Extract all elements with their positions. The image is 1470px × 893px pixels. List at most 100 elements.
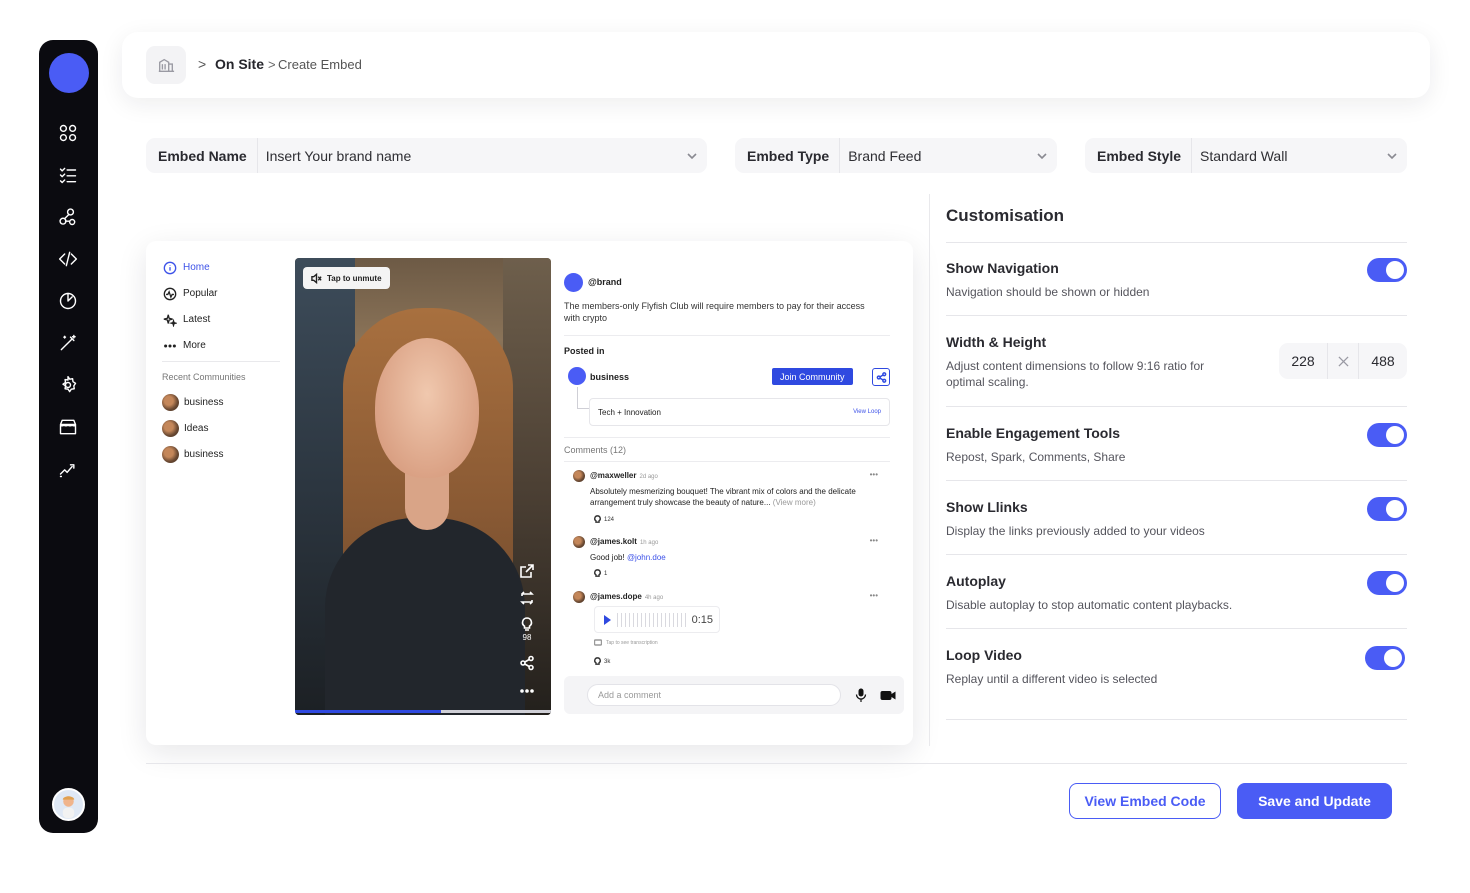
info-circle-icon — [162, 260, 177, 275]
height-input[interactable]: 488 — [1359, 353, 1407, 369]
recent-community-item[interactable]: Ideas — [162, 420, 208, 437]
unmute-button[interactable]: Tap to unmute — [303, 267, 390, 289]
muted-speaker-icon — [311, 272, 322, 284]
comments-title: Comments (12) — [564, 445, 627, 455]
autoplay-toggle[interactable] — [1367, 571, 1407, 595]
chevron-down-icon[interactable] — [677, 150, 707, 162]
more-options-button[interactable] — [517, 683, 537, 699]
post-handle[interactable]: @brand — [588, 277, 622, 287]
community-avatar[interactable] — [568, 367, 586, 385]
engagement-tools-toggle[interactable] — [1367, 423, 1407, 447]
commenter-name[interactable]: @james.dope — [590, 592, 642, 601]
commenter-avatar[interactable] — [573, 470, 585, 482]
show-links-desc: Display the links previously added to yo… — [946, 524, 1205, 538]
embed-style-select[interactable]: Embed Style Standard Wall — [1085, 138, 1407, 173]
dots-icon — [520, 689, 534, 693]
user-avatar[interactable] — [52, 788, 85, 821]
chevron-down-icon[interactable] — [1377, 150, 1407, 162]
loop-tag[interactable]: Tech + Innovation View Loop — [589, 398, 890, 426]
mention-link[interactable]: @john.doe — [627, 553, 666, 562]
divider — [946, 628, 1407, 629]
lightbulb-icon — [594, 569, 601, 577]
transcription-link[interactable]: Tap to see transcription — [594, 639, 658, 647]
nav-label: Latest — [183, 314, 211, 325]
repost-icon — [520, 591, 534, 605]
play-icon[interactable] — [604, 614, 611, 625]
embed-style-value[interactable]: Standard Wall — [1192, 148, 1377, 164]
embed-type-select[interactable]: Embed Type Brand Feed — [735, 138, 1057, 173]
embed-type-value[interactable]: Brand Feed — [840, 148, 1027, 164]
save-and-update-button[interactable]: Save and Update — [1237, 783, 1392, 819]
community-name: Ideas — [184, 423, 209, 434]
comment-input[interactable]: Add a comment — [587, 684, 841, 706]
comment-menu-button[interactable]: ••• — [870, 591, 878, 600]
commenter-avatar[interactable] — [573, 536, 585, 548]
video-progress-bar[interactable] — [295, 710, 551, 713]
view-loop-link[interactable]: View Loop — [853, 409, 881, 415]
divider — [946, 315, 1407, 316]
show-navigation-toggle[interactable] — [1367, 258, 1407, 282]
preview-nav-home[interactable]: Home — [162, 260, 210, 275]
settings-icon[interactable] — [56, 373, 80, 397]
unmute-label: Tap to unmute — [327, 273, 382, 283]
divider — [564, 461, 890, 462]
preview-nav-latest[interactable]: Latest — [162, 312, 210, 327]
video-subject — [375, 338, 479, 478]
home-button[interactable] — [146, 46, 186, 84]
panel-divider — [929, 194, 930, 746]
brand-logo[interactable] — [49, 53, 89, 93]
voice-duration: 0:15 — [691, 613, 713, 626]
divider — [146, 763, 1407, 764]
repost-button[interactable] — [517, 590, 537, 606]
embed-name-field[interactable]: Embed Name Insert Your brand name — [146, 138, 707, 173]
magic-wand-icon[interactable] — [56, 331, 80, 355]
share-community-button[interactable] — [872, 368, 890, 386]
transcript-icon — [594, 639, 602, 646]
spark-count: 98 — [522, 633, 532, 642]
comment-spark[interactable]: 124 — [593, 515, 614, 524]
commenter-name[interactable]: @maxweller — [590, 471, 637, 480]
nav-label: Home — [183, 262, 210, 273]
microphone-icon[interactable] — [855, 688, 867, 702]
checklist-icon[interactable] — [56, 163, 80, 187]
breadcrumb-section[interactable]: On Site — [215, 56, 264, 72]
external-link-icon — [520, 564, 534, 578]
open-external-button[interactable] — [517, 563, 537, 579]
recent-community-item[interactable]: business — [162, 394, 223, 411]
store-icon[interactable] — [56, 415, 80, 439]
trend-icon[interactable] — [56, 457, 80, 481]
loop-tag-name: Tech + Innovation — [598, 408, 661, 417]
share-button[interactable] — [517, 655, 537, 671]
community-avatar — [162, 420, 179, 437]
network-icon[interactable] — [56, 205, 80, 229]
commenter-avatar[interactable] — [573, 591, 585, 603]
preview-nav-popular[interactable]: Popular — [162, 286, 217, 301]
show-links-toggle[interactable] — [1367, 497, 1407, 521]
spark-button[interactable]: 98 — [517, 616, 537, 642]
voice-comment-player[interactable]: 0:15 — [594, 606, 720, 633]
loop-video-toggle[interactable] — [1365, 646, 1405, 670]
recent-community-item[interactable]: business — [162, 446, 223, 463]
comment-time: 4h ago — [644, 595, 664, 601]
video-player[interactable]: Tap to unmute 98 — [295, 258, 551, 715]
dashboard-icon[interactable] — [56, 121, 80, 145]
comment-spark[interactable]: 1 — [593, 569, 607, 578]
chevron-down-icon[interactable] — [1027, 150, 1057, 162]
comment-menu-button[interactable]: ••• — [870, 470, 878, 479]
width-input[interactable]: 228 — [1279, 353, 1327, 369]
view-embed-code-button[interactable]: View Embed Code — [1069, 783, 1221, 819]
comment-menu-button[interactable]: ••• — [870, 536, 878, 545]
code-icon[interactable] — [56, 247, 80, 271]
commenter-name[interactable]: @james.kolt — [590, 537, 637, 546]
comment-spark[interactable]: 3k — [593, 657, 610, 666]
video-camera-icon[interactable] — [880, 688, 896, 702]
analytics-icon[interactable] — [56, 289, 80, 313]
community-name[interactable]: business — [590, 372, 629, 382]
view-more-link[interactable]: (View more) — [773, 498, 816, 507]
join-community-button[interactable]: Join Community — [772, 368, 853, 385]
embed-name-input[interactable]: Insert Your brand name — [258, 148, 677, 164]
engagement-tools-desc: Repost, Spark, Comments, Share — [946, 450, 1126, 464]
brand-avatar[interactable] — [564, 273, 583, 292]
divider — [946, 406, 1407, 407]
preview-nav-more[interactable]: More — [162, 338, 206, 353]
